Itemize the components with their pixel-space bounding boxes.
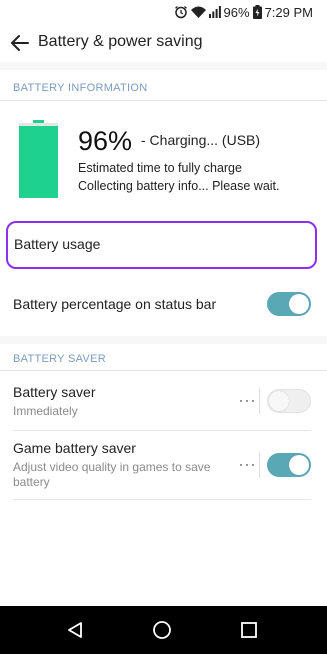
section-divider: [0, 370, 327, 371]
game-battery-saver-toggle[interactable]: [267, 453, 311, 477]
back-arrow-icon: [11, 35, 29, 51]
navigation-bar: [0, 606, 327, 654]
battery-level-icon: [19, 120, 58, 198]
battery-saver-more-icon[interactable]: [240, 396, 254, 406]
battery-charging-icon: [252, 5, 262, 19]
toggle-knob: [269, 391, 289, 411]
nav-recents-button[interactable]: [235, 616, 263, 644]
battery-level-value: 96%: [78, 126, 133, 156]
nav-back-button[interactable]: [61, 616, 89, 644]
app-bar: Battery & power saving: [0, 24, 327, 62]
vertical-divider: [259, 452, 260, 478]
wifi-icon: [190, 6, 206, 18]
back-button[interactable]: [6, 29, 34, 57]
estimate-status: Collecting battery info... Please wait.: [78, 179, 280, 193]
battery-percentage-toggle[interactable]: [267, 292, 311, 316]
status-battery-percent: 96%: [223, 4, 250, 20]
battery-saver-title: Battery saver: [13, 384, 96, 400]
section-divider: [0, 100, 327, 101]
back-triangle-icon: [68, 622, 82, 638]
game-battery-saver-subtitle: Adjust video quality in games to save ba…: [13, 460, 211, 489]
page-title: Battery & power saving: [38, 33, 203, 50]
recents-square-icon: [241, 622, 257, 638]
row-divider: [13, 430, 311, 431]
home-circle-icon: [153, 621, 171, 639]
status-bar: 96% 7:29 PM: [0, 0, 327, 24]
battery-saver-toggle[interactable]: [267, 389, 311, 413]
battery-percentage-label: Battery percentage on status bar: [13, 296, 217, 312]
signal-icon: [208, 6, 221, 18]
battery-information-header: BATTERY INFORMATION: [13, 82, 148, 94]
game-battery-saver-more-icon[interactable]: [240, 460, 254, 470]
battery-usage-label: Battery usage: [14, 236, 101, 252]
battery-usage-button[interactable]: Battery usage: [6, 221, 317, 269]
row-divider: [13, 499, 311, 500]
toggle-knob: [289, 294, 309, 314]
charging-status: - Charging... (USB): [141, 132, 261, 148]
vertical-divider: [259, 388, 260, 414]
status-icons: 96% 7:29 PM: [174, 3, 313, 21]
toggle-knob: [289, 455, 309, 475]
nav-home-button[interactable]: [148, 616, 176, 644]
battery-saver-subtitle: Immediately: [13, 404, 78, 418]
battery-saver-header: BATTERY SAVER: [13, 353, 106, 365]
alarm-icon: [174, 5, 188, 19]
estimate-label: Estimated time to fully charge: [78, 161, 242, 175]
game-battery-saver-title: Game battery saver: [13, 440, 136, 456]
status-time: 7:29 PM: [264, 4, 313, 20]
